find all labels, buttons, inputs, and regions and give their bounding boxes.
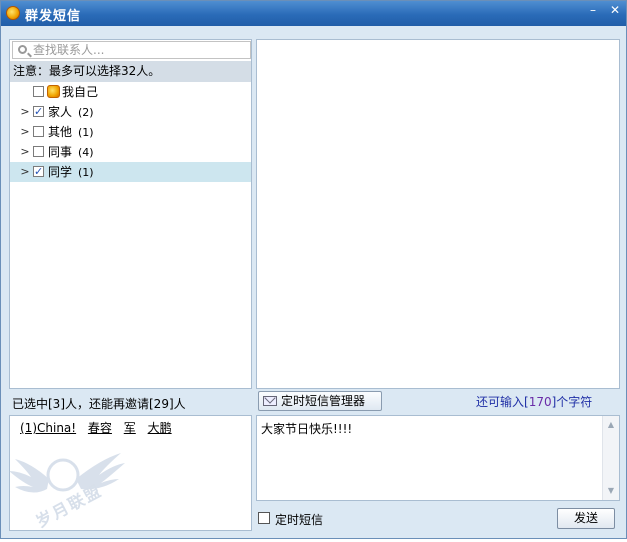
selected-recipient[interactable]: 春容 xyxy=(88,419,112,436)
mass-sms-window: 群发短信 – ✕ 注意：最多可以选择32人。 我自己 > 家人(2) > 其 xyxy=(0,0,627,539)
tree-item-count: (1) xyxy=(78,126,94,139)
remaining-prefix: 还可输入[ xyxy=(476,395,529,409)
selected-recipient[interactable]: 军 xyxy=(124,419,136,436)
tree-item-label: 同事 xyxy=(48,145,73,159)
message-scrollbar[interactable]: ▲ ▼ xyxy=(602,416,619,500)
selected-recipient[interactable]: (1)China! xyxy=(20,421,76,435)
timed-sms-checkbox[interactable] xyxy=(258,512,270,524)
tree-item-count: (4) xyxy=(78,146,94,159)
checkbox[interactable] xyxy=(33,102,44,122)
envelope-icon xyxy=(263,396,277,406)
timed-sms-label[interactable]: 定时短信 xyxy=(275,511,323,528)
message-box: ▲ ▼ xyxy=(256,415,620,501)
tree-item-label: 家人 xyxy=(48,105,73,119)
search-icon xyxy=(18,45,27,54)
close-button[interactable]: ✕ xyxy=(606,3,624,19)
tree-item-text: 同学 (1) xyxy=(48,162,94,183)
selected-recipient[interactable]: 大鹏 xyxy=(148,419,172,436)
title-bar[interactable]: 群发短信 – ✕ xyxy=(1,1,626,26)
search-input[interactable] xyxy=(33,42,248,58)
chevron-right-icon[interactable]: > xyxy=(20,162,30,182)
tree-item-label: 其他 xyxy=(48,125,73,139)
selection-limit-notice: 注意：最多可以选择32人。 xyxy=(10,61,251,82)
remaining-count: 170 xyxy=(528,395,552,409)
scroll-down-icon[interactable]: ▼ xyxy=(605,485,617,497)
send-button[interactable]: 发送 xyxy=(557,508,615,529)
message-input[interactable] xyxy=(259,418,601,498)
user-icon xyxy=(47,85,60,98)
selected-recipients-list: (1)China! 春容 军 大鹏 xyxy=(20,419,180,436)
watermark-logo: 岁月联盟 xyxy=(1,449,141,539)
chevron-right-icon[interactable]: > xyxy=(20,102,30,122)
tree-item-family[interactable]: > 家人 (2) xyxy=(10,102,251,122)
tree-item-myself[interactable]: 我自己 xyxy=(10,82,251,102)
tree-item-text: 家人 (2) xyxy=(48,102,94,123)
schedule-manager-button[interactable]: 定时短信管理器 xyxy=(258,391,382,411)
tree-item-text: 其他 (1) xyxy=(48,122,94,143)
tree-item-colleagues[interactable]: > 同事 (4) xyxy=(10,142,251,162)
chevron-right-icon[interactable]: > xyxy=(20,142,30,162)
minimize-button[interactable]: – xyxy=(584,3,602,19)
app-logo-icon xyxy=(6,6,20,20)
contact-panel: 注意：最多可以选择32人。 我自己 > 家人 (2) > 其他 (1) > 同事 (4… xyxy=(9,39,252,389)
remaining-suffix: ]个字符 xyxy=(551,395,593,409)
checkbox[interactable] xyxy=(33,146,44,157)
scroll-up-icon[interactable]: ▲ xyxy=(605,419,617,431)
preview-panel xyxy=(256,39,620,389)
schedule-manager-label: 定时短信管理器 xyxy=(281,394,366,408)
tree-item-text: 同事 (4) xyxy=(48,142,94,163)
tree-item-other[interactable]: > 其他 (1) xyxy=(10,122,251,142)
chevron-right-icon[interactable]: > xyxy=(20,122,30,142)
remaining-chars: 还可输入[170]个字符 xyxy=(476,393,592,410)
tree-item-classmates[interactable]: > 同学 (1) xyxy=(10,162,251,182)
tree-item-label: 我自己 xyxy=(62,85,99,99)
tree-item-label: 同学 xyxy=(48,165,73,179)
tree-item-count: (1) xyxy=(78,166,94,179)
checkbox[interactable] xyxy=(33,86,44,97)
contact-tree: 我自己 > 家人 (2) > 其他 (1) > 同事 (4) > 同学 (1) xyxy=(10,82,251,182)
window-title: 群发短信 xyxy=(25,9,82,24)
contact-search[interactable] xyxy=(12,41,251,59)
checkbox[interactable] xyxy=(33,126,44,137)
selection-summary: 已选中[3]人，还能再邀请[29]人 xyxy=(12,397,186,411)
tree-item-count: (2) xyxy=(78,106,94,119)
checkbox[interactable] xyxy=(33,162,44,182)
